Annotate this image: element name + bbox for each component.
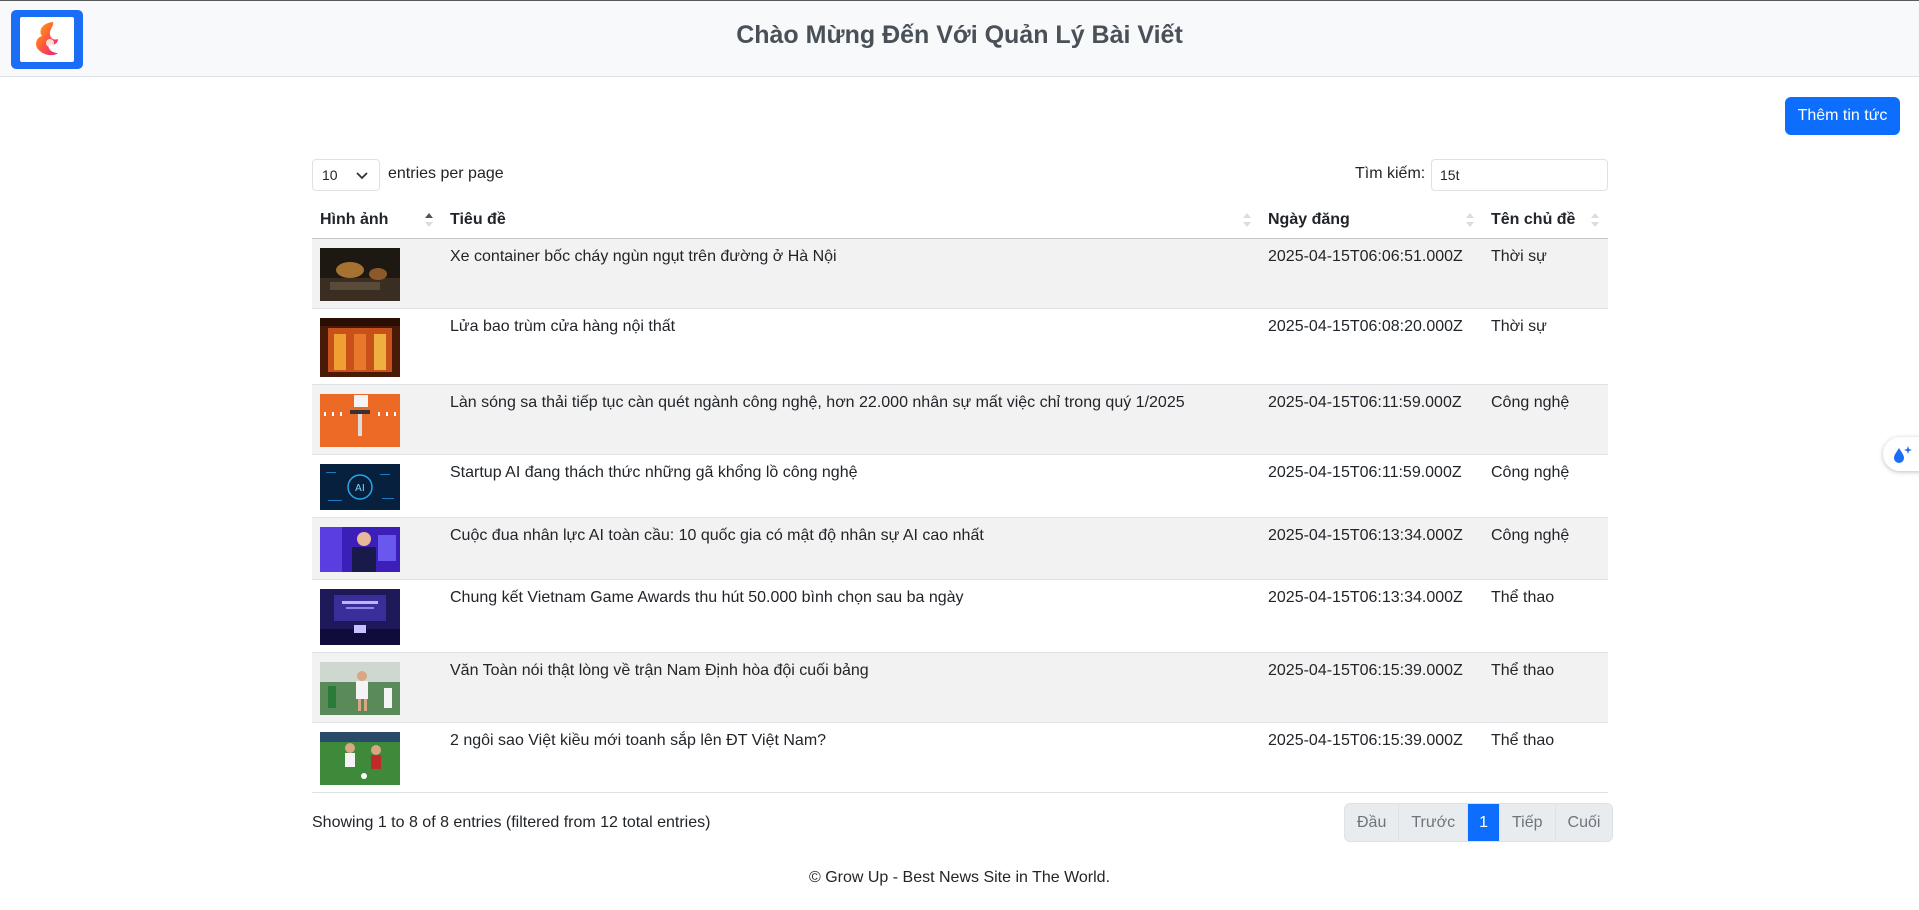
table-info-text: Showing 1 to 8 of 8 entries (filtered fr… bbox=[312, 814, 711, 831]
table-row[interactable]: Cuộc đua nhân lực AI toàn cầu: 10 quốc g… bbox=[312, 517, 1608, 580]
sort-icon bbox=[1591, 213, 1599, 227]
add-news-button[interactable]: Thêm tin tức bbox=[1785, 97, 1900, 135]
table-row[interactable]: Làn sóng sa thải tiếp tục càn quét ngành… bbox=[312, 384, 1608, 455]
floating-assistant-button[interactable] bbox=[1883, 437, 1919, 471]
column-header-label: Tiêu đề bbox=[450, 210, 506, 228]
pagination: Đầu Trước 1 Tiếp Cuối bbox=[1344, 803, 1614, 842]
chevron-down-icon bbox=[356, 172, 368, 180]
date-cell: 2025-04-15T06:15:39.000Z bbox=[1260, 722, 1483, 793]
table-row[interactable]: Chung kết Vietnam Game Awards thu hút 50… bbox=[312, 579, 1608, 653]
pagination-last-button[interactable]: Cuối bbox=[1554, 804, 1613, 841]
column-header-topic[interactable]: Tên chủ đề bbox=[1483, 202, 1608, 239]
sparkle-drop-icon bbox=[1894, 446, 1912, 463]
search-label: Tìm kiếm: bbox=[1355, 165, 1426, 182]
date-cell: 2025-04-15T06:13:34.000Z bbox=[1260, 579, 1483, 653]
date-cell: 2025-04-15T06:06:51.000Z bbox=[1260, 238, 1483, 309]
date-cell: 2025-04-15T06:11:59.000Z bbox=[1260, 384, 1483, 455]
column-header-title[interactable]: Tiêu đề bbox=[442, 202, 1260, 239]
date-cell: 2025-04-15T06:15:39.000Z bbox=[1260, 652, 1483, 723]
svg-text:AI: AI bbox=[355, 483, 365, 494]
topic-cell: Thể thao bbox=[1483, 722, 1608, 793]
image-cell bbox=[312, 238, 442, 309]
news-thumbnail[interactable] bbox=[320, 393, 400, 447]
news-thumbnail[interactable]: AI bbox=[320, 463, 400, 510]
image-cell bbox=[312, 579, 442, 653]
sort-icon bbox=[1466, 213, 1474, 227]
image-cell: AI bbox=[312, 454, 442, 518]
image-cell bbox=[312, 308, 442, 385]
date-cell: 2025-04-15T06:13:34.000Z bbox=[1260, 517, 1483, 580]
topic-cell: Thời sự bbox=[1483, 308, 1608, 385]
table-row[interactable]: Xe container bốc cháy ngùn ngụt trên đườ… bbox=[312, 238, 1608, 309]
table-header-row: Hình ảnh Tiêu đề Ngày đăng Tên chủ đề bbox=[312, 202, 1608, 239]
title-cell[interactable]: Cuộc đua nhân lực AI toàn cầu: 10 quốc g… bbox=[442, 517, 1260, 580]
top-header: Chào Mừng Đến Với Quản Lý Bài Viết bbox=[0, 0, 1919, 77]
entries-per-page-value: 10 bbox=[322, 167, 338, 183]
title-cell[interactable]: Văn Toàn nói thật lòng về trận Nam Định … bbox=[442, 652, 1260, 723]
table-row[interactable]: Lửa bao trùm cửa hàng nội thất 2025-04-1… bbox=[312, 308, 1608, 385]
topic-cell: Công nghệ bbox=[1483, 384, 1608, 455]
news-thumbnail[interactable] bbox=[320, 247, 400, 301]
news-thumbnail[interactable] bbox=[320, 661, 400, 715]
column-header-label: Hình ảnh bbox=[320, 210, 389, 228]
date-cell: 2025-04-15T06:08:20.000Z bbox=[1260, 308, 1483, 385]
title-cell[interactable]: 2 ngôi sao Việt kiều mới toanh sắp lên Đ… bbox=[442, 722, 1260, 793]
news-thumbnail[interactable] bbox=[320, 731, 400, 785]
news-thumbnail[interactable] bbox=[320, 526, 400, 572]
title-cell[interactable]: Xe container bốc cháy ngùn ngụt trên đườ… bbox=[442, 238, 1260, 309]
sort-icon bbox=[1243, 213, 1251, 227]
pagination-prev-button[interactable]: Trước bbox=[1398, 804, 1467, 841]
title-cell[interactable]: Lửa bao trùm cửa hàng nội thất bbox=[442, 308, 1260, 385]
image-cell bbox=[312, 722, 442, 793]
table-row[interactable]: 2 ngôi sao Việt kiều mới toanh sắp lên Đ… bbox=[312, 722, 1608, 793]
table-row[interactable]: AI Startup AI đang thách thức những gã k… bbox=[312, 454, 1608, 518]
news-thumbnail[interactable] bbox=[320, 588, 400, 645]
pagination-next-button[interactable]: Tiếp bbox=[1498, 804, 1555, 841]
topic-cell: Thể thao bbox=[1483, 652, 1608, 723]
search-input[interactable] bbox=[1431, 159, 1608, 191]
topic-cell: Công nghệ bbox=[1483, 454, 1608, 518]
topic-cell: Thể thao bbox=[1483, 579, 1608, 653]
title-cell[interactable]: Chung kết Vietnam Game Awards thu hút 50… bbox=[442, 579, 1260, 653]
pagination-first-button[interactable]: Đầu bbox=[1345, 804, 1398, 841]
column-header-label: Ngày đăng bbox=[1268, 210, 1350, 228]
column-header-image[interactable]: Hình ảnh bbox=[312, 202, 442, 239]
table-row[interactable]: Văn Toàn nói thật lòng về trận Nam Định … bbox=[312, 652, 1608, 723]
footer-copyright: © Grow Up - Best News Site in The World. bbox=[808, 869, 1111, 886]
date-cell: 2025-04-15T06:11:59.000Z bbox=[1260, 454, 1483, 518]
image-cell bbox=[312, 652, 442, 723]
image-cell bbox=[312, 384, 442, 455]
title-cell[interactable]: Startup AI đang thách thức những gã khổn… bbox=[442, 454, 1260, 518]
title-cell[interactable]: Làn sóng sa thải tiếp tục càn quét ngành… bbox=[442, 384, 1260, 455]
entries-per-page-select[interactable]: 10 bbox=[312, 159, 380, 191]
news-thumbnail[interactable] bbox=[320, 317, 400, 377]
news-table: Hình ảnh Tiêu đề Ngày đăng Tên chủ đề Xe… bbox=[312, 202, 1608, 793]
image-cell bbox=[312, 517, 442, 580]
topic-cell: Thời sự bbox=[1483, 238, 1608, 309]
column-header-label: Tên chủ đề bbox=[1491, 210, 1576, 228]
page-title: Chào Mừng Đến Với Quản Lý Bài Viết bbox=[736, 21, 1183, 49]
entries-per-page-label: entries per page bbox=[388, 165, 504, 182]
topic-cell: Công nghệ bbox=[1483, 517, 1608, 580]
sort-asc-icon bbox=[425, 213, 433, 227]
column-header-date[interactable]: Ngày đăng bbox=[1260, 202, 1483, 239]
pagination-page-1-button[interactable]: 1 bbox=[1467, 804, 1499, 841]
